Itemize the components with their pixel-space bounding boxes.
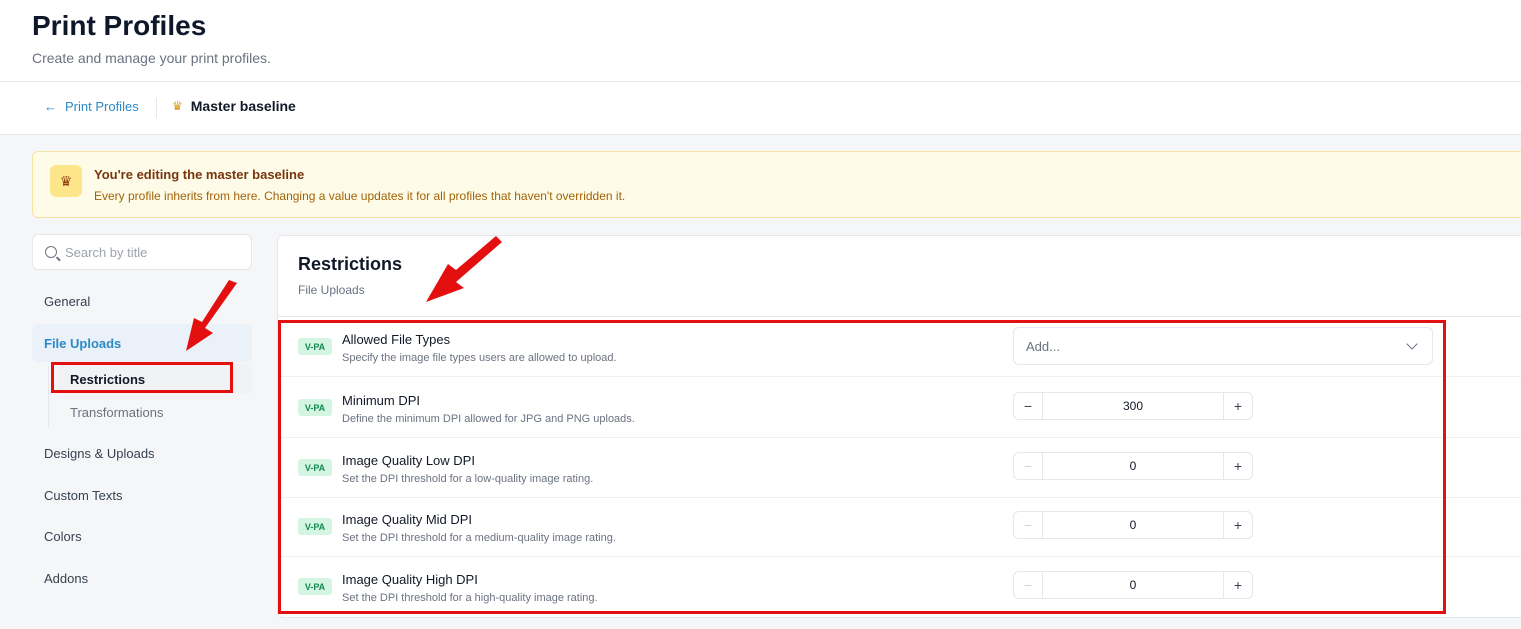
page-title: Print Profiles [32, 10, 207, 41]
sidebar-item-addons[interactable]: Addons [32, 559, 252, 597]
sidebar-subitem-rail [48, 366, 49, 428]
breadcrumb-back-label: Print Profiles [65, 99, 139, 114]
sidebar-item-custom-texts[interactable]: Custom Texts [32, 476, 252, 514]
banner-title: You're editing the master baseline [94, 167, 305, 182]
crown-icon: ♛ [50, 165, 82, 197]
annotation-arrow-icon [426, 236, 502, 302]
breadcrumb-current: ♛ Master baseline [172, 98, 296, 114]
page-header: Print Profiles Create and manage your pr… [0, 0, 1521, 82]
arrow-left-icon: ← [44, 99, 57, 114]
search-box [32, 234, 252, 270]
annotation-highlight-settings [278, 320, 1446, 614]
page-subtitle: Create and manage your print profiles. [32, 50, 271, 66]
panel-title: Restrictions [298, 254, 403, 274]
banner-text: Every profile inherits from here. Changi… [94, 189, 626, 203]
annotation-arrow-icon [186, 280, 237, 351]
sidebar-subitem-transformations[interactable]: Transformations [58, 397, 252, 427]
master-baseline-banner: ♛ You're editing the master baseline Eve… [32, 151, 1521, 218]
annotation-highlight-restrictions [51, 362, 233, 393]
sidebar-item-designs-uploads[interactable]: Designs & Uploads [32, 434, 252, 472]
search-icon [45, 246, 57, 258]
breadcrumb: ← Print Profiles ♛ Master baseline [0, 82, 1521, 135]
breadcrumb-divider [156, 98, 157, 118]
search-input[interactable] [65, 244, 235, 260]
crown-icon: ♛ [172, 99, 183, 113]
breadcrumb-back-link[interactable]: ← Print Profiles [44, 99, 139, 114]
panel-subtitle: File Uploads [298, 283, 365, 297]
breadcrumb-current-label: Master baseline [190, 98, 296, 114]
sidebar-item-colors[interactable]: Colors [32, 517, 252, 555]
